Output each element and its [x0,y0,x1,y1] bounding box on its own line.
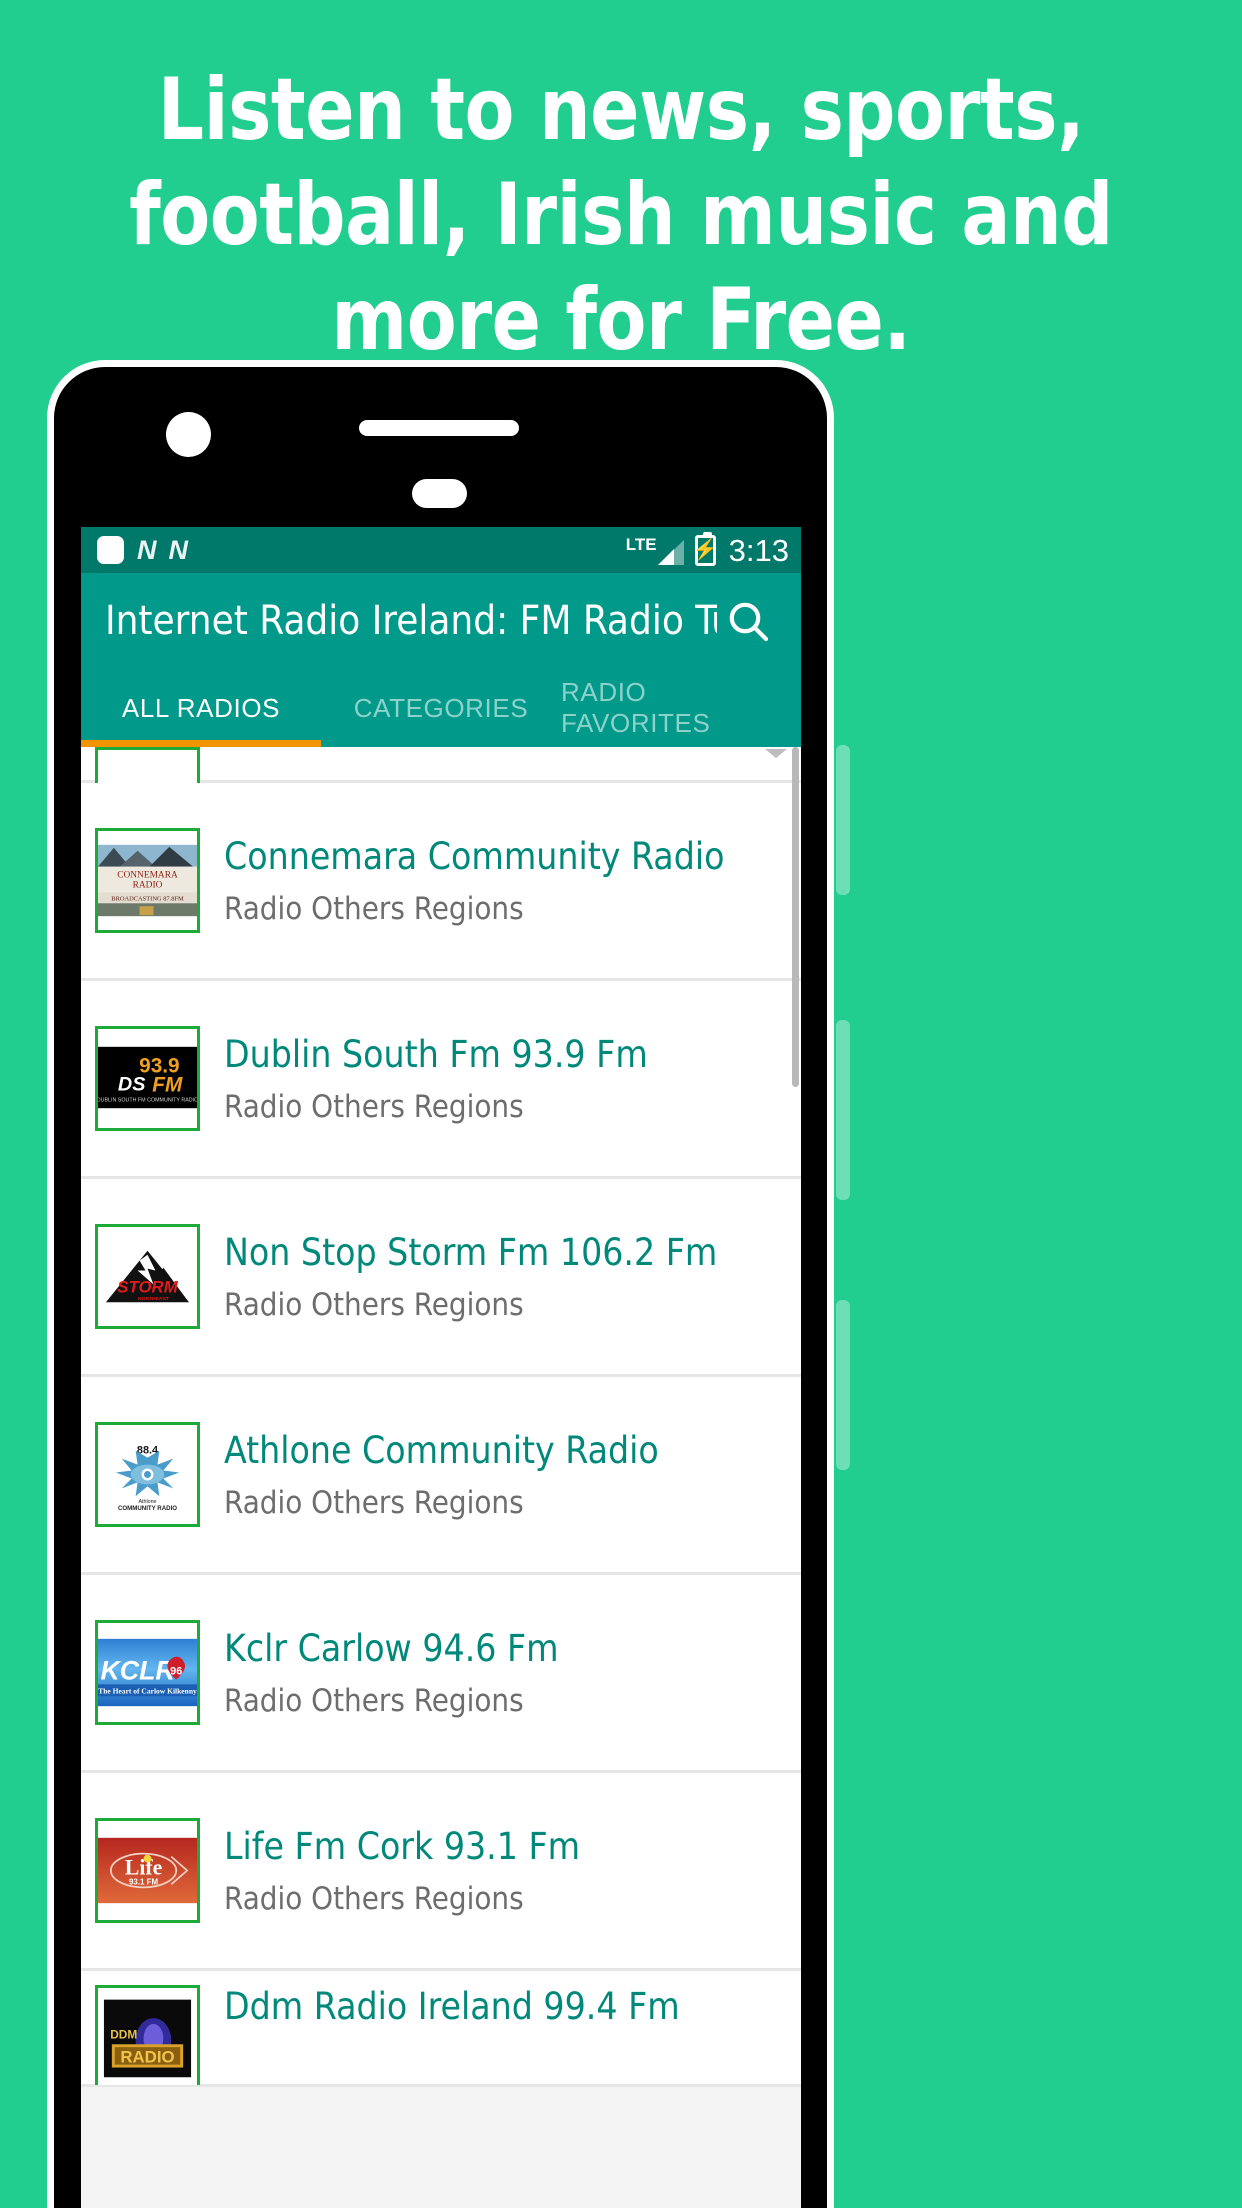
front-camera-icon [166,412,211,457]
station-title: Ddm Radio Ireland 99.4 Fm [224,1985,680,2028]
station-title: Athlone Community Radio [224,1428,659,1472]
svg-text:CONNEMARA: CONNEMARA [117,871,178,881]
list-item[interactable]: 88.4 Athlone COMMUNITY RADIO Athlone Com… [81,1377,801,1575]
station-logo-thumbnail: 93.9 DS FM DUBLIN SOUTH FM COMMUNITY RAD… [95,1026,200,1131]
station-logo-thumbnail: STORM NORTHEAST [95,1224,200,1329]
ddm-logo: DDM RADIO [98,1988,197,2085]
status-bar-notifications: N N [97,534,188,565]
svg-text:BROADCASTING 87.8FM: BROADCASTING 87.8FM [111,895,184,902]
status-bar: N N LTE ⚡ 3:13 [81,527,801,573]
n-badge-icon: N [137,534,156,565]
station-subtitle: Radio Others Regions [224,1880,524,1917]
tab-all-radios[interactable]: ALL RADIOS [81,669,321,747]
status-bar-system: LTE ⚡ 3:13 [626,531,789,568]
station-subtitle: Radio Others Regions [224,890,524,927]
storm-logo: STORM NORTHEAST [98,1227,197,1326]
svg-text:NORTHEAST: NORTHEAST [138,1296,169,1302]
list-item[interactable]: DDM RADIO Ddm Radio Ireland 99.4 Fm Radi… [81,1971,801,2087]
station-title: Dublin South Fm 93.9 Fm [224,1032,648,1076]
phone-mockup: N N LTE ⚡ 3:13 Internet Radio Ireland: F… [47,360,834,2208]
chevron-down-icon [765,749,787,758]
svg-text:FM: FM [152,1073,183,1096]
station-title: Kclr Carlow 94.6 Fm [224,1626,559,1670]
svg-text:96: 96 [170,1665,182,1677]
list-item[interactable]: CONNEMARA RADIO BROADCASTING 87.8FM Conn… [81,783,801,981]
tab-active-indicator [81,740,321,747]
search-icon[interactable] [717,590,779,652]
kclr-logo: KCLR 96 The Heart of Carlow Kilkenny [98,1623,197,1722]
station-subtitle: Radio Others Regions [224,1286,524,1323]
station-logo-thumbnail: DDM RADIO [95,1985,200,2085]
lifefm-logo: Life 93.1 FM [98,1821,197,1920]
svg-text:RADIO: RADIO [133,880,163,890]
battery-charging-icon: ⚡ [693,531,718,566]
app-bar: Internet Radio Ireland: FM Radio Tu... [81,573,801,669]
svg-text:KCLR: KCLR [100,1655,175,1685]
home-indicator [412,479,467,508]
network-indicator: LTE [626,536,684,565]
athlone-logo: 88.4 Athlone COMMUNITY RADIO [98,1425,197,1524]
list-scrollbar[interactable] [792,747,799,1087]
svg-text:RADIO: RADIO [120,2048,174,2067]
list-item[interactable]: STORM NORTHEAST Non Stop Storm Fm 106.2 … [81,1179,801,1377]
svg-text:DUBLIN SOUTH FM COMMUNITY RADI: DUBLIN SOUTH FM COMMUNITY RADIO [98,1097,197,1103]
list-item[interactable]: 93.9 DS FM DUBLIN SOUTH FM COMMUNITY RAD… [81,981,801,1179]
n-badge-icon: N [168,534,188,565]
station-logo-thumbnail: 88.4 Athlone COMMUNITY RADIO [95,1422,200,1527]
station-logo-thumbnail [95,747,200,783]
station-subtitle: Radio Others Regions [224,1484,524,1521]
station-logo-thumbnail: KCLR 96 The Heart of Carlow Kilkenny [95,1620,200,1725]
signal-bars-icon [657,539,684,565]
tab-radio-favorites[interactable]: RADIO FAVORITES [561,669,801,747]
svg-text:COMMUNITY RADIO: COMMUNITY RADIO [118,1505,177,1512]
earpiece-speaker [359,420,519,436]
app-title: Internet Radio Ireland: FM Radio Tu... [105,598,717,644]
tab-categories[interactable]: CATEGORIES [321,669,561,747]
svg-text:STORM: STORM [117,1277,178,1296]
svg-text:93.1 FM: 93.1 FM [129,1877,158,1886]
station-logo-thumbnail: CONNEMARA RADIO BROADCASTING 87.8FM [95,828,200,933]
network-label: LTE [625,534,657,554]
tab-bar: ALL RADIOS CATEGORIES RADIO FAVORITES [81,669,801,747]
decorative-strip [836,745,850,895]
rounded-square-icon [97,536,124,564]
svg-text:The Heart of Carlow Kilkenny: The Heart of Carlow Kilkenny [98,1686,197,1695]
station-title: Connemara Community Radio [224,834,725,878]
decorative-strip [836,1020,850,1200]
list-item[interactable] [81,747,801,783]
clock-time: 3:13 [728,532,789,568]
connemara-logo: CONNEMARA RADIO BROADCASTING 87.8FM [98,844,197,917]
station-title: Non Stop Storm Fm 106.2 Fm [224,1230,718,1274]
promo-headline: Listen to news, sports, football, Irish … [129,60,1113,370]
list-item[interactable]: KCLR 96 The Heart of Carlow Kilkenny Kcl… [81,1575,801,1773]
svg-text:DS: DS [118,1073,145,1095]
station-logo-thumbnail: Life 93.1 FM [95,1818,200,1923]
svg-text:DDM: DDM [110,2029,137,2042]
phone-screen: N N LTE ⚡ 3:13 Internet Radio Ireland: F… [81,527,801,2208]
decorative-strip [836,1300,850,1470]
radio-station-list[interactable]: CONNEMARA RADIO BROADCASTING 87.8FM Conn… [81,747,801,2208]
list-item[interactable]: Life 93.1 FM Life Fm Cork 93.1 Fm Radio … [81,1773,801,1971]
station-subtitle: Radio Others Regions [224,1682,524,1719]
station-subtitle: Radio Others Regions [224,1088,524,1125]
dsfm-logo: 93.9 DS FM DUBLIN SOUTH FM COMMUNITY RAD… [98,1029,197,1128]
station-title: Life Fm Cork 93.1 Fm [224,1824,581,1868]
